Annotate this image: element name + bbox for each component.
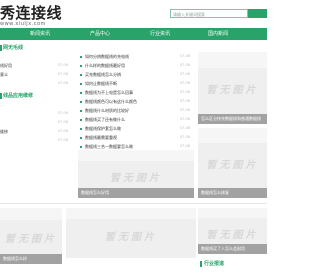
- thumbnail-caption: 数据线买了人怎么会耐用: [198, 244, 267, 254]
- search-button[interactable]: [248, 9, 267, 18]
- left-column: 网无毛线 ... 线好用 07-06 意义 07-06 07-06 线品应用维修 .…: [0, 44, 72, 145]
- thumbnail-card[interactable]: 暂无图片: [66, 208, 196, 258]
- list-item[interactable]: 意义 07-06: [0, 70, 72, 79]
- thumbnail-caption: 数据线怎么修复: [198, 188, 267, 198]
- list-item[interactable]: ...: [0, 100, 72, 109]
- article-list-item[interactable]: 买充数据线怎么分辨 07-06: [78, 70, 194, 79]
- list-item[interactable]: 07-06: [0, 136, 72, 145]
- article-list-item[interactable]: 数据线什么材质的比较好 07-06: [78, 106, 194, 115]
- article-list-item[interactable]: 数据线最需要重视 07-06: [78, 133, 194, 142]
- thumbnail-caption: 数据线怎么好用: [78, 188, 194, 198]
- article-list-item[interactable]: 什么样的数据线最好用 07-06: [78, 61, 194, 70]
- right-section-title: 行业报道: [200, 260, 267, 267]
- search-input[interactable]: 请输入关键词搜索: [170, 9, 248, 18]
- list-item[interactable]: 线好用 07-06: [0, 61, 72, 70]
- list-item[interactable]: ...: [0, 52, 72, 61]
- placeholder-image: 暂无图片: [206, 84, 259, 96]
- thumbnail-card[interactable]: 暂无图片 数据线怎么修复: [198, 128, 267, 198]
- main-nav: 新闻资讯 产品中心 行业资讯 国内新闻: [0, 28, 267, 40]
- list-item[interactable]: 07-06: [0, 79, 72, 88]
- logo-subtitle: www.xiuljx.com: [0, 21, 46, 27]
- list-item[interactable]: 07-06: [0, 109, 72, 118]
- article-list-item[interactable]: 数据线颜色可以有这什么颜色 07-06: [78, 97, 194, 106]
- article-list-item[interactable]: 数据线为不上电是怎么回事 07-06: [78, 88, 194, 97]
- article-list-item[interactable]: 如何让数据线不断 07-06: [78, 79, 194, 88]
- thumbnail-card[interactable]: 暂无图片 数据线买了人怎么会耐用: [198, 208, 267, 254]
- nav-item-news[interactable]: 新闻资讯: [30, 28, 50, 40]
- nav-item-industry[interactable]: 行业资讯: [150, 28, 170, 40]
- placeholder-image: 暂无图片: [5, 234, 57, 246]
- placeholder-image: 暂无图片: [110, 173, 162, 185]
- article-list: 如何分辨数据线的充电线 07-06 什么样的数据线最好用 07-06 买充数据线怎么…: [78, 52, 194, 151]
- placeholder-image: 暂无图片: [206, 230, 259, 242]
- thumbnail-card[interactable]: 暂无图片 怎么区分快充数据线和普通数据线: [198, 52, 267, 124]
- article-list-item[interactable]: 数据线保护套怎么做 07-06: [78, 124, 194, 133]
- list-item[interactable]: 07-06: [0, 118, 72, 127]
- divider: [0, 203, 267, 204]
- nav-item-domestic[interactable]: 国内新闻: [208, 28, 228, 40]
- thumbnail-caption: 怎么区分快充数据线和普通数据线: [198, 114, 267, 124]
- article-list-item[interactable]: 数据线买了还有做什么 07-06: [78, 115, 194, 124]
- left-section-title: 线品应用维修: [0, 92, 72, 100]
- left-section-title: 网无毛线: [0, 44, 72, 52]
- placeholder-image: 暂无图片: [105, 232, 157, 243]
- thumbnail-card[interactable]: 暂无图片 数据线怎么样: [0, 208, 62, 264]
- article-list-item[interactable]: 如何分辨数据线的充电线 07-06: [78, 52, 194, 61]
- thumbnail-card[interactable]: 暂无图片 数据线怎么好用: [78, 150, 194, 198]
- thumbnail-caption: 数据线怎么样: [0, 254, 62, 264]
- nav-item-products[interactable]: 产品中心: [90, 28, 110, 40]
- placeholder-image: 暂无图片: [206, 160, 259, 171]
- list-item[interactable]: 维修 07-06: [0, 127, 72, 136]
- logo-text: 秀连接线: [0, 4, 63, 22]
